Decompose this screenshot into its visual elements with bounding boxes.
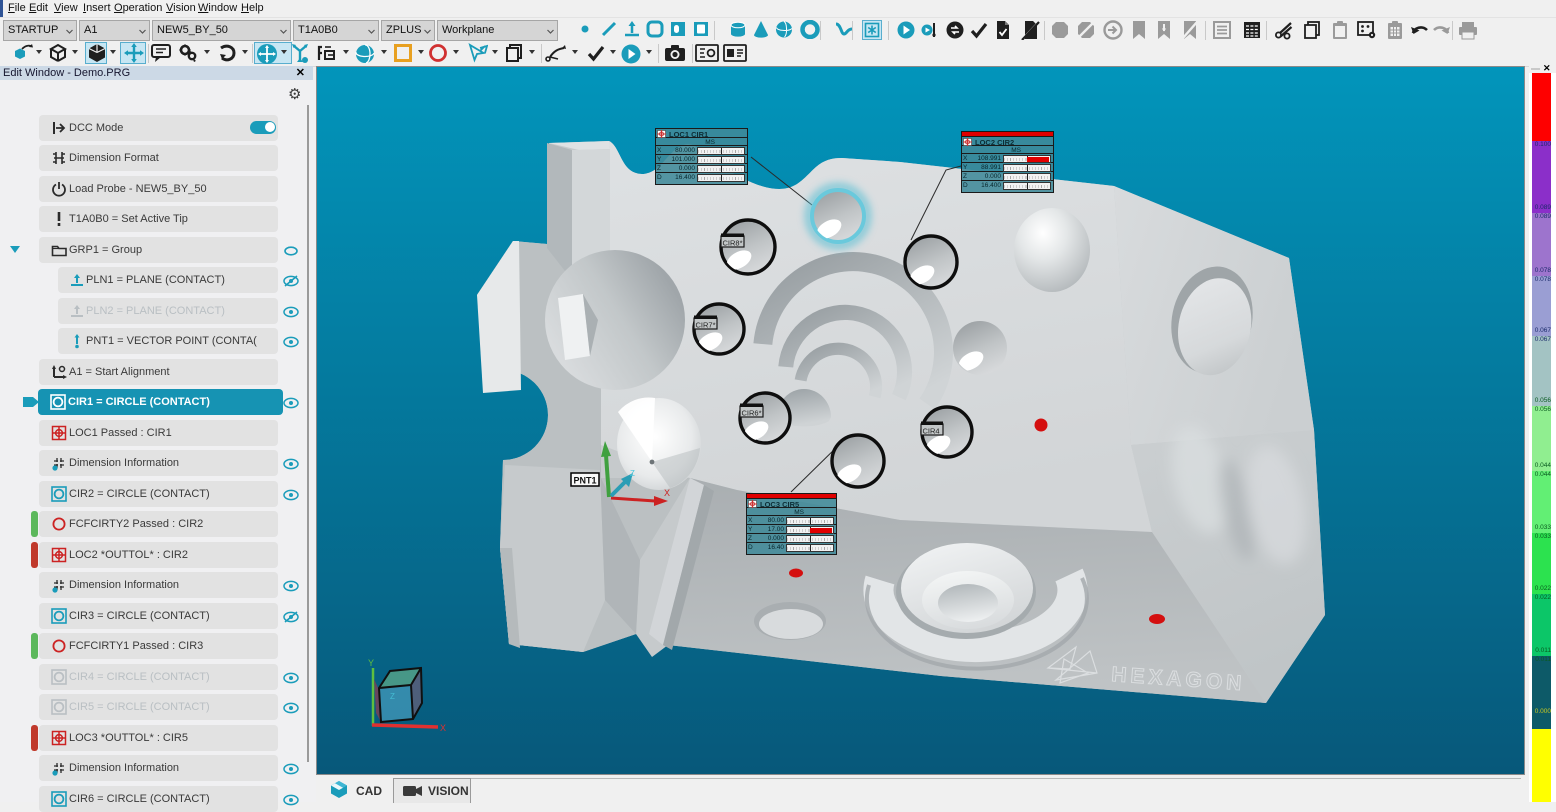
svg-text:PNT1: PNT1 xyxy=(574,476,597,486)
svg-text:Z: Z xyxy=(630,469,635,478)
svg-text:CIR6*: CIR6* xyxy=(742,409,762,418)
svg-text:CIR8*: CIR8* xyxy=(723,239,743,248)
svg-text:Z: Z xyxy=(390,692,395,701)
svg-text:Y: Y xyxy=(368,658,374,668)
svg-text:CIR7*: CIR7* xyxy=(696,321,716,330)
svg-text:CIR4: CIR4 xyxy=(923,427,940,436)
svg-text:X: X xyxy=(440,723,446,733)
svg-text:X: X xyxy=(664,488,670,498)
